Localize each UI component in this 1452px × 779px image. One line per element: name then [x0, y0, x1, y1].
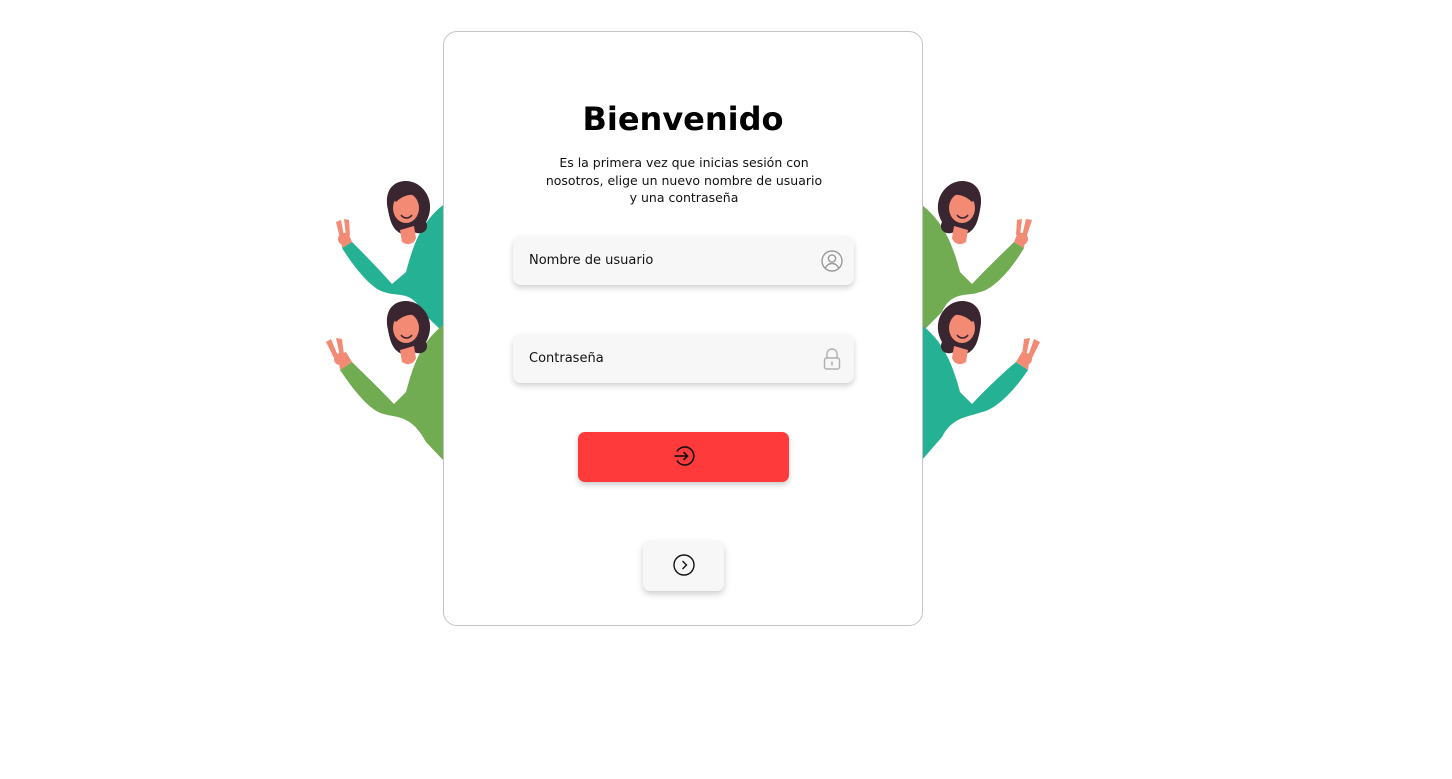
chevron-right-circle-icon: [672, 553, 696, 580]
login-submit-button[interactable]: [578, 432, 789, 482]
lock-icon: [820, 347, 844, 371]
arrow-right-circle-icon: [672, 444, 696, 471]
page-title: Bienvenido: [582, 100, 784, 138]
password-input[interactable]: [529, 351, 820, 366]
password-field[interactable]: [513, 334, 854, 383]
login-card: Bienvenido Es la primera vez que inicias…: [443, 31, 923, 626]
page: Bienvenido Es la primera vez que inicias…: [0, 0, 1452, 779]
username-field[interactable]: [513, 236, 854, 285]
waving-woman-illustration: [316, 292, 446, 462]
username-input[interactable]: [529, 253, 820, 268]
next-button[interactable]: [643, 541, 724, 591]
user-circle-icon: [820, 249, 844, 273]
waving-woman-illustration: [922, 292, 1052, 462]
welcome-subtitle: Es la primera vez que inicias sesión con…: [545, 155, 823, 205]
